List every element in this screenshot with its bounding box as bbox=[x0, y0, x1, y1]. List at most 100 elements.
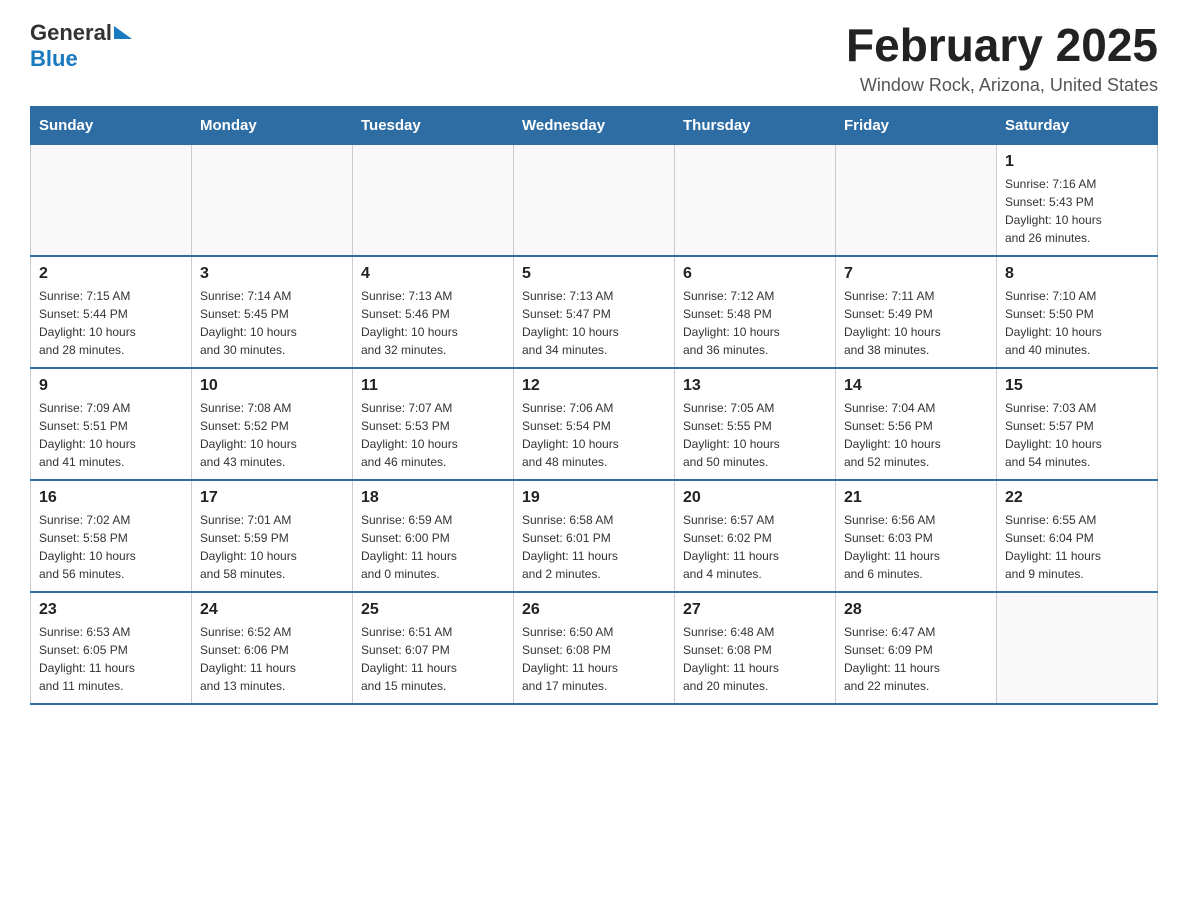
day-info: Sunrise: 7:15 AM Sunset: 5:44 PM Dayligh… bbox=[39, 287, 183, 359]
weekday-header-monday: Monday bbox=[192, 106, 353, 144]
calendar-cell: 15 Sunrise: 7:03 AM Sunset: 5:57 PM Dayli… bbox=[997, 368, 1158, 480]
day-number: 3 bbox=[200, 265, 344, 283]
day-info: Sunrise: 7:06 AM Sunset: 5:54 PM Dayligh… bbox=[522, 399, 666, 471]
day-info: Sunrise: 6:48 AM Sunset: 6:08 PM Dayligh… bbox=[683, 623, 827, 695]
calendar-cell: 10 Sunrise: 7:08 AM Sunset: 5:52 PM Dayli… bbox=[192, 368, 353, 480]
calendar-cell: 24 Sunrise: 6:52 AM Sunset: 6:06 PM Dayli… bbox=[192, 592, 353, 704]
day-info: Sunrise: 6:58 AM Sunset: 6:01 PM Dayligh… bbox=[522, 511, 666, 583]
day-number: 9 bbox=[39, 377, 183, 395]
day-info: Sunrise: 6:55 AM Sunset: 6:04 PM Dayligh… bbox=[1005, 511, 1149, 583]
day-number: 18 bbox=[361, 489, 505, 507]
day-number: 4 bbox=[361, 265, 505, 283]
day-info: Sunrise: 6:47 AM Sunset: 6:09 PM Dayligh… bbox=[844, 623, 988, 695]
calendar-week-row: 9 Sunrise: 7:09 AM Sunset: 5:51 PM Daylig… bbox=[31, 368, 1158, 480]
calendar-cell: 18 Sunrise: 6:59 AM Sunset: 6:00 PM Dayli… bbox=[353, 480, 514, 592]
month-title: February 2025 bbox=[846, 20, 1158, 71]
calendar-week-row: 23 Sunrise: 6:53 AM Sunset: 6:05 PM Dayli… bbox=[31, 592, 1158, 704]
calendar-cell bbox=[192, 144, 353, 256]
day-info: Sunrise: 7:04 AM Sunset: 5:56 PM Dayligh… bbox=[844, 399, 988, 471]
day-number: 2 bbox=[39, 265, 183, 283]
day-info: Sunrise: 7:05 AM Sunset: 5:55 PM Dayligh… bbox=[683, 399, 827, 471]
logo-general-text: General bbox=[30, 20, 112, 46]
day-info: Sunrise: 7:08 AM Sunset: 5:52 PM Dayligh… bbox=[200, 399, 344, 471]
day-number: 28 bbox=[844, 601, 988, 619]
day-info: Sunrise: 6:50 AM Sunset: 6:08 PM Dayligh… bbox=[522, 623, 666, 695]
weekday-header-thursday: Thursday bbox=[675, 106, 836, 144]
calendar-cell: 12Sunrise: 7:06 AM Sunset: 5:54 PM Dayli… bbox=[514, 368, 675, 480]
calendar-cell bbox=[31, 144, 192, 256]
calendar-cell: 20 Sunrise: 6:57 AM Sunset: 6:02 PM Dayli… bbox=[675, 480, 836, 592]
day-info: Sunrise: 6:53 AM Sunset: 6:05 PM Dayligh… bbox=[39, 623, 183, 695]
calendar-cell: 28 Sunrise: 6:47 AM Sunset: 6:09 PM Dayli… bbox=[836, 592, 997, 704]
calendar-cell: 25Sunrise: 6:51 AM Sunset: 6:07 PM Dayli… bbox=[353, 592, 514, 704]
day-number: 23 bbox=[39, 601, 183, 619]
day-info: Sunrise: 7:13 AM Sunset: 5:46 PM Dayligh… bbox=[361, 287, 505, 359]
day-info: Sunrise: 6:51 AM Sunset: 6:07 PM Dayligh… bbox=[361, 623, 505, 695]
day-number: 27 bbox=[683, 601, 827, 619]
weekday-header-sunday: Sunday bbox=[31, 106, 192, 144]
calendar-cell: 14 Sunrise: 7:04 AM Sunset: 5:56 PM Dayli… bbox=[836, 368, 997, 480]
title-section: February 2025 Window Rock, Arizona, Unit… bbox=[846, 20, 1158, 96]
day-info: Sunrise: 6:56 AM Sunset: 6:03 PM Dayligh… bbox=[844, 511, 988, 583]
calendar-cell: 22 Sunrise: 6:55 AM Sunset: 6:04 PM Dayli… bbox=[997, 480, 1158, 592]
calendar-cell bbox=[997, 592, 1158, 704]
calendar-cell bbox=[514, 144, 675, 256]
day-number: 20 bbox=[683, 489, 827, 507]
calendar-cell bbox=[353, 144, 514, 256]
calendar-week-row: 1Sunrise: 7:16 AM Sunset: 5:43 PM Daylig… bbox=[31, 144, 1158, 256]
calendar-cell: 19 Sunrise: 6:58 AM Sunset: 6:01 PM Dayli… bbox=[514, 480, 675, 592]
calendar-header-row: SundayMondayTuesdayWednesdayThursdayFrid… bbox=[31, 106, 1158, 144]
calendar-cell bbox=[675, 144, 836, 256]
weekday-header-tuesday: Tuesday bbox=[353, 106, 514, 144]
calendar-table: SundayMondayTuesdayWednesdayThursdayFrid… bbox=[30, 106, 1158, 705]
day-number: 22 bbox=[1005, 489, 1149, 507]
day-info: Sunrise: 6:57 AM Sunset: 6:02 PM Dayligh… bbox=[683, 511, 827, 583]
calendar-cell: 5Sunrise: 7:13 AM Sunset: 5:47 PM Daylig… bbox=[514, 256, 675, 368]
day-number: 11 bbox=[361, 377, 505, 395]
day-number: 17 bbox=[200, 489, 344, 507]
day-number: 16 bbox=[39, 489, 183, 507]
calendar-cell: 1Sunrise: 7:16 AM Sunset: 5:43 PM Daylig… bbox=[997, 144, 1158, 256]
calendar-cell: 9 Sunrise: 7:09 AM Sunset: 5:51 PM Daylig… bbox=[31, 368, 192, 480]
day-info: Sunrise: 6:59 AM Sunset: 6:00 PM Dayligh… bbox=[361, 511, 505, 583]
day-info: Sunrise: 7:11 AM Sunset: 5:49 PM Dayligh… bbox=[844, 287, 988, 359]
calendar-cell: 11 Sunrise: 7:07 AM Sunset: 5:53 PM Dayli… bbox=[353, 368, 514, 480]
page-header: General Blue February 2025 Window Rock, … bbox=[30, 20, 1158, 96]
calendar-cell: 2 Sunrise: 7:15 AM Sunset: 5:44 PM Daylig… bbox=[31, 256, 192, 368]
day-info: Sunrise: 7:12 AM Sunset: 5:48 PM Dayligh… bbox=[683, 287, 827, 359]
calendar-cell: 27 Sunrise: 6:48 AM Sunset: 6:08 PM Dayli… bbox=[675, 592, 836, 704]
weekday-header-saturday: Saturday bbox=[997, 106, 1158, 144]
day-number: 7 bbox=[844, 265, 988, 283]
logo-blue-text: Blue bbox=[30, 46, 78, 72]
day-info: Sunrise: 7:03 AM Sunset: 5:57 PM Dayligh… bbox=[1005, 399, 1149, 471]
calendar-cell: 6 Sunrise: 7:12 AM Sunset: 5:48 PM Daylig… bbox=[675, 256, 836, 368]
calendar-cell: 16 Sunrise: 7:02 AM Sunset: 5:58 PM Dayli… bbox=[31, 480, 192, 592]
day-number: 14 bbox=[844, 377, 988, 395]
day-info: Sunrise: 7:07 AM Sunset: 5:53 PM Dayligh… bbox=[361, 399, 505, 471]
day-number: 15 bbox=[1005, 377, 1149, 395]
calendar-cell: 8Sunrise: 7:10 AM Sunset: 5:50 PM Daylig… bbox=[997, 256, 1158, 368]
calendar-cell: 4 Sunrise: 7:13 AM Sunset: 5:46 PM Daylig… bbox=[353, 256, 514, 368]
day-info: Sunrise: 7:10 AM Sunset: 5:50 PM Dayligh… bbox=[1005, 287, 1149, 359]
logo: General Blue bbox=[30, 20, 132, 72]
day-info: Sunrise: 7:09 AM Sunset: 5:51 PM Dayligh… bbox=[39, 399, 183, 471]
calendar-cell: 7 Sunrise: 7:11 AM Sunset: 5:49 PM Daylig… bbox=[836, 256, 997, 368]
logo-arrow-icon bbox=[114, 26, 132, 39]
day-number: 26 bbox=[522, 601, 666, 619]
day-number: 5 bbox=[522, 265, 666, 283]
day-number: 19 bbox=[522, 489, 666, 507]
day-number: 24 bbox=[200, 601, 344, 619]
calendar-week-row: 16 Sunrise: 7:02 AM Sunset: 5:58 PM Dayli… bbox=[31, 480, 1158, 592]
day-number: 1 bbox=[1005, 153, 1149, 171]
day-number: 10 bbox=[200, 377, 344, 395]
calendar-cell: 26 Sunrise: 6:50 AM Sunset: 6:08 PM Dayli… bbox=[514, 592, 675, 704]
location-text: Window Rock, Arizona, United States bbox=[846, 75, 1158, 96]
calendar-cell: 13 Sunrise: 7:05 AM Sunset: 5:55 PM Dayli… bbox=[675, 368, 836, 480]
day-info: Sunrise: 6:52 AM Sunset: 6:06 PM Dayligh… bbox=[200, 623, 344, 695]
calendar-week-row: 2 Sunrise: 7:15 AM Sunset: 5:44 PM Daylig… bbox=[31, 256, 1158, 368]
day-number: 21 bbox=[844, 489, 988, 507]
day-number: 13 bbox=[683, 377, 827, 395]
weekday-header-friday: Friday bbox=[836, 106, 997, 144]
day-info: Sunrise: 7:02 AM Sunset: 5:58 PM Dayligh… bbox=[39, 511, 183, 583]
day-number: 6 bbox=[683, 265, 827, 283]
